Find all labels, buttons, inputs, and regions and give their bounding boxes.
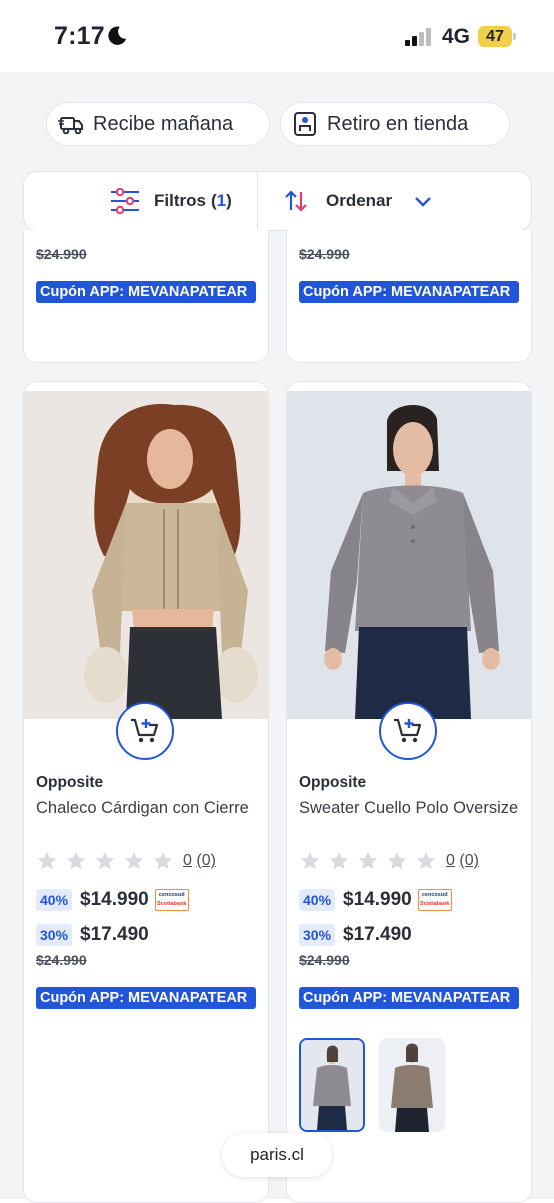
sort-button[interactable]: Ordenar	[284, 172, 432, 230]
star-icon	[387, 851, 407, 870]
sale-price-row: 30% $17.490	[299, 924, 412, 946]
sale-price-row: 30% $17.490	[36, 924, 149, 946]
rating-count: (0)	[459, 852, 479, 869]
next-day-delivery-label: Recibe mañana	[93, 112, 234, 135]
filter-sliders-icon	[111, 188, 139, 214]
network-type: 4G	[442, 25, 471, 48]
next-day-delivery-filter[interactable]: Recibe mañana	[46, 102, 270, 146]
discount-badge: 30%	[36, 924, 73, 946]
chevron-down-icon	[415, 197, 431, 207]
rating-score: 0	[183, 852, 192, 869]
discount-badge: 30%	[299, 924, 336, 946]
filter-divider	[257, 172, 258, 230]
add-to-cart-button[interactable]	[116, 702, 174, 760]
rating[interactable]: 0 (0)	[299, 850, 479, 872]
star-icon	[95, 851, 115, 870]
filters-label: Filtros	[154, 191, 206, 210]
card-price-row: 40% $14.990 cencosud Scotiabank	[299, 889, 452, 911]
store-pickup-filter[interactable]: Retiro en tienda	[280, 102, 510, 146]
cencosud-card-logo: cencosud Scotiabank	[417, 889, 452, 911]
old-price: $24.990	[299, 246, 350, 262]
product-name[interactable]: Sweater Cuello Polo Oversize	[299, 798, 519, 819]
variant-image-taupe	[379, 1038, 445, 1132]
rating[interactable]: 0 (0)	[36, 850, 216, 872]
add-to-cart-icon	[131, 718, 159, 743]
star-icon	[37, 851, 57, 870]
rating-count: (0)	[196, 852, 216, 869]
star-icon	[153, 851, 173, 870]
product-card-partial[interactable]: $24.990 Cupón APP: MEVANAPATEAR	[23, 230, 269, 363]
coupon-badge: Cupón APP: MEVANAPATEAR	[299, 281, 519, 303]
sort-arrows-icon	[285, 190, 307, 212]
add-to-cart-icon	[394, 718, 422, 743]
product-card[interactable]: Opposite Sweater Cuello Polo Oversize 0 …	[286, 381, 532, 1203]
sale-price: $17.490	[80, 924, 149, 945]
product-brand: Opposite	[36, 774, 104, 791]
product-name[interactable]: Chaleco Cárdigan con Cierre	[36, 798, 256, 819]
star-icon	[66, 851, 86, 870]
sale-price: $17.490	[343, 924, 412, 945]
store-pickup-label: Retiro en tienda	[327, 112, 469, 135]
add-to-cart-button[interactable]	[379, 702, 437, 760]
clock: 7:17	[54, 22, 105, 50]
star-icon	[124, 851, 144, 870]
card-price: $14.990	[343, 889, 412, 910]
card-price: $14.990	[80, 889, 149, 910]
discount-badge: 40%	[299, 889, 336, 911]
signal-icon	[405, 28, 435, 46]
old-price: $24.990	[299, 952, 350, 968]
coupon-badge: Cupón APP: MEVANAPATEAR	[36, 281, 256, 303]
battery-icon: 47	[478, 26, 516, 47]
star-icon	[300, 851, 320, 870]
star-icon	[416, 851, 436, 870]
filter-sort-bar: Filtros (1) Ordenar	[23, 171, 532, 231]
old-price: $24.990	[36, 246, 87, 262]
coupon-badge: Cupón APP: MEVANAPATEAR	[299, 987, 519, 1009]
variant-image-gray	[301, 1040, 363, 1130]
moon-icon	[108, 26, 127, 45]
product-card-partial[interactable]: $24.990 Cupón APP: MEVANAPATEAR	[286, 230, 532, 363]
delivery-truck-icon	[58, 117, 83, 135]
product-brand: Opposite	[299, 774, 367, 791]
sort-label: Ordenar	[326, 191, 393, 210]
filters-button[interactable]: Filtros (1)	[110, 172, 232, 230]
product-image[interactable]	[287, 391, 531, 719]
color-variant-thumbnail-selected[interactable]	[299, 1038, 365, 1132]
product-image[interactable]	[24, 391, 268, 719]
star-icon	[329, 851, 349, 870]
old-price: $24.990	[36, 952, 87, 968]
cencosud-card-logo: cencosud Scotiabank	[154, 889, 189, 911]
status-bar: 7:17 4G 47	[0, 0, 554, 72]
store-pickup-icon	[294, 112, 316, 136]
coupon-badge: Cupón APP: MEVANAPATEAR	[36, 987, 256, 1009]
color-variant-thumbnail[interactable]	[379, 1038, 445, 1132]
discount-badge: 40%	[36, 889, 73, 911]
filters-count: 1	[216, 191, 227, 210]
rating-score: 0	[446, 852, 455, 869]
star-icon	[358, 851, 378, 870]
browser-url-pill[interactable]: paris.cl	[222, 1133, 332, 1177]
card-price-row: 40% $14.990 cencosud Scotiabank	[36, 889, 189, 911]
product-card[interactable]: Opposite Chaleco Cárdigan con Cierre 0 (…	[23, 381, 269, 1203]
filters-count-close: )	[226, 191, 232, 210]
